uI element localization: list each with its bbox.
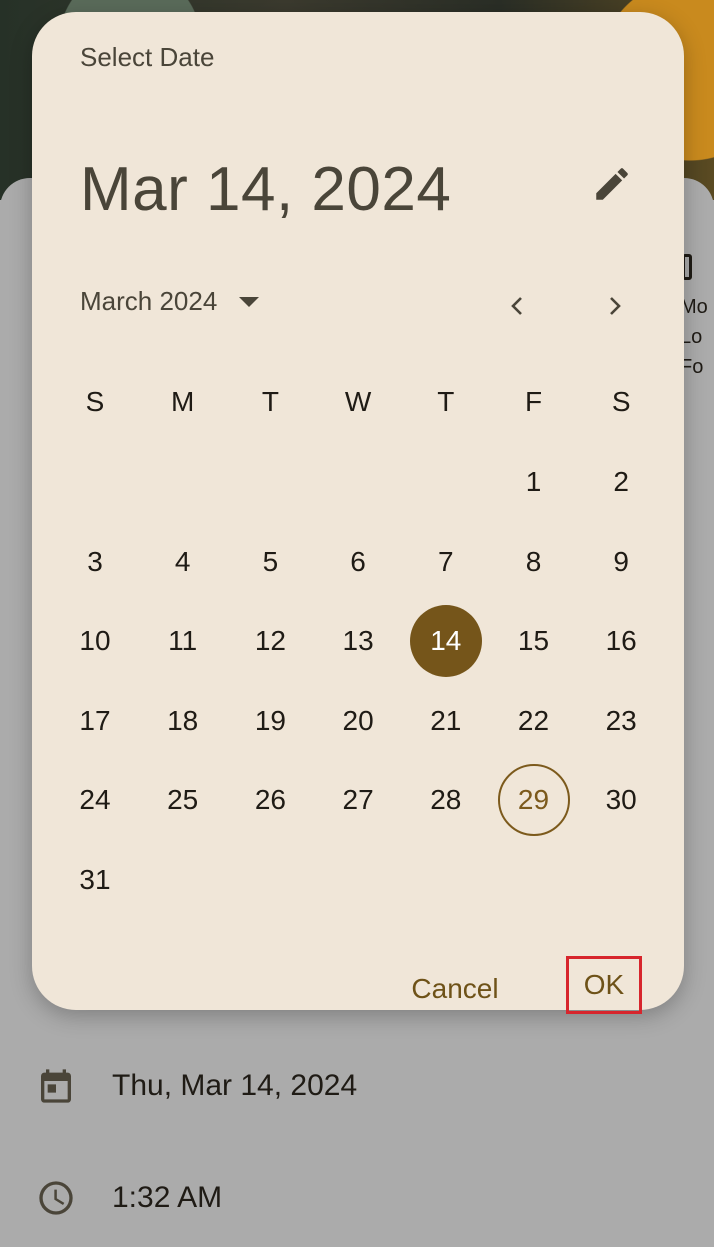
day-9[interactable]: 9 [585,526,657,598]
day-15[interactable]: 15 [498,605,570,677]
day-7[interactable]: 7 [410,526,482,598]
day-12[interactable]: 12 [234,605,306,677]
day-14[interactable]: 14 [409,605,482,677]
day-27[interactable]: 27 [322,764,394,836]
day-31[interactable]: 31 [59,844,131,916]
weekday-label: F [524,386,543,417]
time-value: 1:32 AM [112,1181,223,1214]
weekday-label: S [611,386,631,417]
date-value: Thu, Mar 14, 2024 [112,1069,358,1102]
day-1[interactable]: 1 [498,446,570,518]
chevron-left-icon [506,294,530,323]
time-field[interactable]: 1:32 AM [36,1178,222,1218]
day-5[interactable]: 5 [234,526,306,598]
weekday-label: M [171,386,195,417]
next-month-button[interactable] [594,288,634,328]
date-picker-dialog: Select Date Mar 14, 2024 March 2024 S M T W… [32,12,684,1014]
day-13[interactable]: 13 [322,605,394,677]
day-16[interactable]: 16 [585,605,657,677]
day-3[interactable]: 3 [59,526,131,598]
weekday-label: S [85,386,105,417]
weekday-label: T [437,386,455,417]
chevron-right-icon [602,294,626,323]
peek-line-1: Mo [680,296,708,318]
cancel-button[interactable]: Cancel [400,966,510,1012]
day-23[interactable]: 23 [585,685,657,757]
day-4[interactable]: 4 [147,526,219,598]
clock-icon [36,1178,76,1218]
day-6[interactable]: 6 [322,526,394,598]
selected-date-heading: Mar 14, 2024 [80,155,452,224]
weekday-label: W [344,386,372,417]
month-year-selector[interactable]: March 2024 [80,286,260,317]
ok-button[interactable]: OK [566,956,642,1014]
calendar-icon [36,1066,76,1106]
day-18[interactable]: 18 [147,685,219,757]
day-30[interactable]: 30 [585,764,657,836]
day-2[interactable]: 2 [585,446,657,518]
edit-pencil-icon [591,163,633,210]
day-17[interactable]: 17 [59,685,131,757]
day-26[interactable]: 26 [234,764,306,836]
day-21[interactable]: 21 [410,685,482,757]
peek-line-2: Lo [680,326,703,348]
day-24[interactable]: 24 [59,764,131,836]
peek-line-3: Fo [680,356,704,378]
weekday-label: T [261,386,279,417]
date-field[interactable]: Thu, Mar 14, 2024 [36,1066,357,1106]
day-19[interactable]: 19 [234,685,306,757]
month-year-label: March 2024 [80,286,218,316]
day-11[interactable]: 11 [147,605,219,677]
caret-down-icon [239,296,260,307]
day-25[interactable]: 25 [147,764,219,836]
dialog-title: Select Date [80,42,215,72]
day-8[interactable]: 8 [498,526,570,598]
day-22[interactable]: 22 [498,685,570,757]
edit-date-button[interactable] [588,162,636,210]
day-29[interactable]: 29 [497,764,570,836]
day-28[interactable]: 28 [410,764,482,836]
day-10[interactable]: 10 [59,605,131,677]
day-20[interactable]: 20 [322,685,394,757]
previous-month-button[interactable] [498,288,538,328]
